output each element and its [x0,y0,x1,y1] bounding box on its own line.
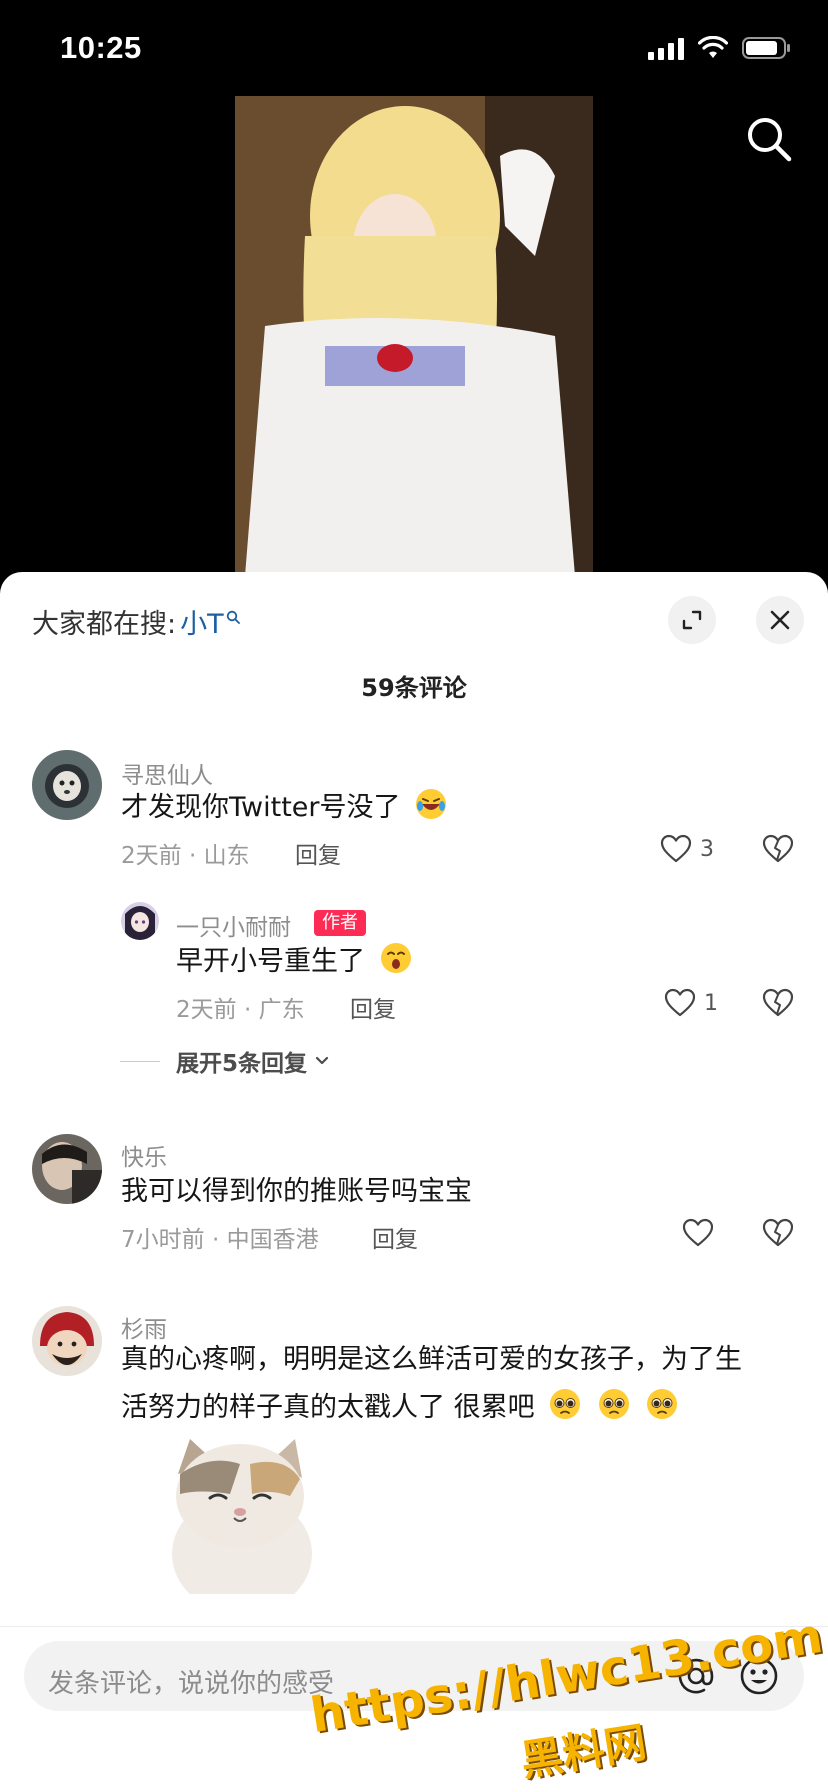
comment-input-placeholder: 发条评论，说说你的感受 [48,1669,335,1699]
comment-item: 快乐 我可以得到你的推账号吗宝宝 7小时前 · 中国香港 回复 [0,1134,828,1284]
comment-text-content: 活努力的样子真的太戳人了 很累吧 [121,1392,535,1423]
comment-text-line: 真的心疼啊，明明是这么鲜活可爱的女孩子，为了生 [121,1344,742,1375]
comment-text-content: 才发现你Twitter号没了 [121,792,401,823]
reply-item: 一只小耐耐 作者 早开小号重生了 2天前 · 广东 回复 1 展开5条回复 [0,902,828,1082]
heart-icon [664,988,696,1017]
search-icon [226,610,240,624]
comment-meta: 7小时前 · 中国香港 [121,1227,319,1253]
sheet-header: 大家都在搜: 小T [0,572,828,662]
comment-item: 杉雨 真的心疼啊，明明是这么鲜活可爱的女孩子，为了生 活努力的样子真的太戳人了 … [0,1306,828,1636]
comment-text-line-2: 活努力的样子真的太戳人了 很累吧 [121,1384,801,1432]
reply-button[interactable]: 回复 [350,990,396,1024]
signal-icon [648,36,684,60]
comment-input-bar: 发条评论，说说你的感受 [0,1626,828,1792]
video-player[interactable] [0,90,828,590]
comment-text: 才发现你Twitter号没了 [121,784,449,832]
comment-item: 寻思仙人 才发现你Twitter号没了 2天前 · 山东 回复 3 [0,750,828,910]
reply-meta: 2天前 · 广东 [176,997,305,1023]
reply-username[interactable]: 一只小耐耐 [176,908,291,942]
hot-search-term[interactable]: 小T [180,602,224,641]
hot-search-label: 大家都在搜: [32,609,177,640]
status-icons [648,36,792,60]
hot-search[interactable]: 大家都在搜: 小T [32,602,240,641]
pleading-face-emoji-icon [550,1389,581,1419]
avatar[interactable] [32,750,102,820]
chevron-down-icon [315,1056,329,1065]
comment-input[interactable]: 发条评论，说说你的感受 [24,1641,804,1711]
avatar[interactable] [32,1306,102,1376]
broken-heart-icon[interactable] [762,988,794,1018]
reply-text: 早开小号重生了 [176,938,414,986]
like-button[interactable] [682,1218,714,1248]
like-button[interactable]: 1 [664,988,718,1018]
wifi-icon [698,36,728,58]
comment-meta: 2天前 · 山东 [121,843,250,869]
reply-button[interactable]: 回复 [372,1220,418,1254]
expand-replies-label: 展开5条回复 [176,1051,308,1077]
video-frame-image [235,96,593,576]
status-time: 10:25 [60,30,142,65]
emoji-icon[interactable] [738,1655,780,1697]
comment-username[interactable]: 快乐 [121,1138,167,1172]
pleading-face-emoji-icon [598,1389,629,1419]
battery-icon [742,37,790,59]
astonished-emoji-icon [380,943,411,973]
avatar[interactable] [32,1134,102,1204]
like-count: 1 [704,990,718,1016]
close-button[interactable] [756,596,804,644]
avatar[interactable] [121,902,159,940]
expand-replies-button[interactable]: 展开5条回复 [120,1044,331,1078]
heart-icon [682,1218,714,1247]
pleading-face-emoji-icon [647,1389,678,1419]
close-icon [770,610,790,630]
video-thumbnail[interactable] [235,96,593,576]
laughing-tears-emoji-icon [416,789,447,819]
like-button[interactable]: 3 [660,834,714,864]
like-count: 3 [700,836,714,862]
comment-sheet: 大家都在搜: 小T 59条评论 寻思仙人 才发现你Twitter号没了 2天前 … [0,572,828,1792]
author-badge: 作者 [314,910,366,936]
heart-icon [660,834,692,863]
comment-count: 59条评论 [361,674,467,702]
status-bar: 10:25 [0,0,828,100]
search-icon[interactable] [744,114,794,164]
broken-heart-icon[interactable] [762,1218,794,1248]
at-icon[interactable] [676,1656,716,1696]
reply-text-content: 早开小号重生了 [176,946,365,977]
divider [120,1060,160,1062]
expand-icon [682,610,702,630]
expand-button[interactable] [668,596,716,644]
reply-button[interactable]: 回复 [295,836,341,870]
comment-text: 真的心疼啊，明明是这么鲜活可爱的女孩子，为了生 活努力的样子真的太戳人了 很累吧 [121,1336,801,1432]
comment-sticker-image[interactable] [160,1434,320,1614]
comment-text: 我可以得到你的推账号吗宝宝 [121,1176,472,1207]
broken-heart-icon[interactable] [762,834,794,864]
